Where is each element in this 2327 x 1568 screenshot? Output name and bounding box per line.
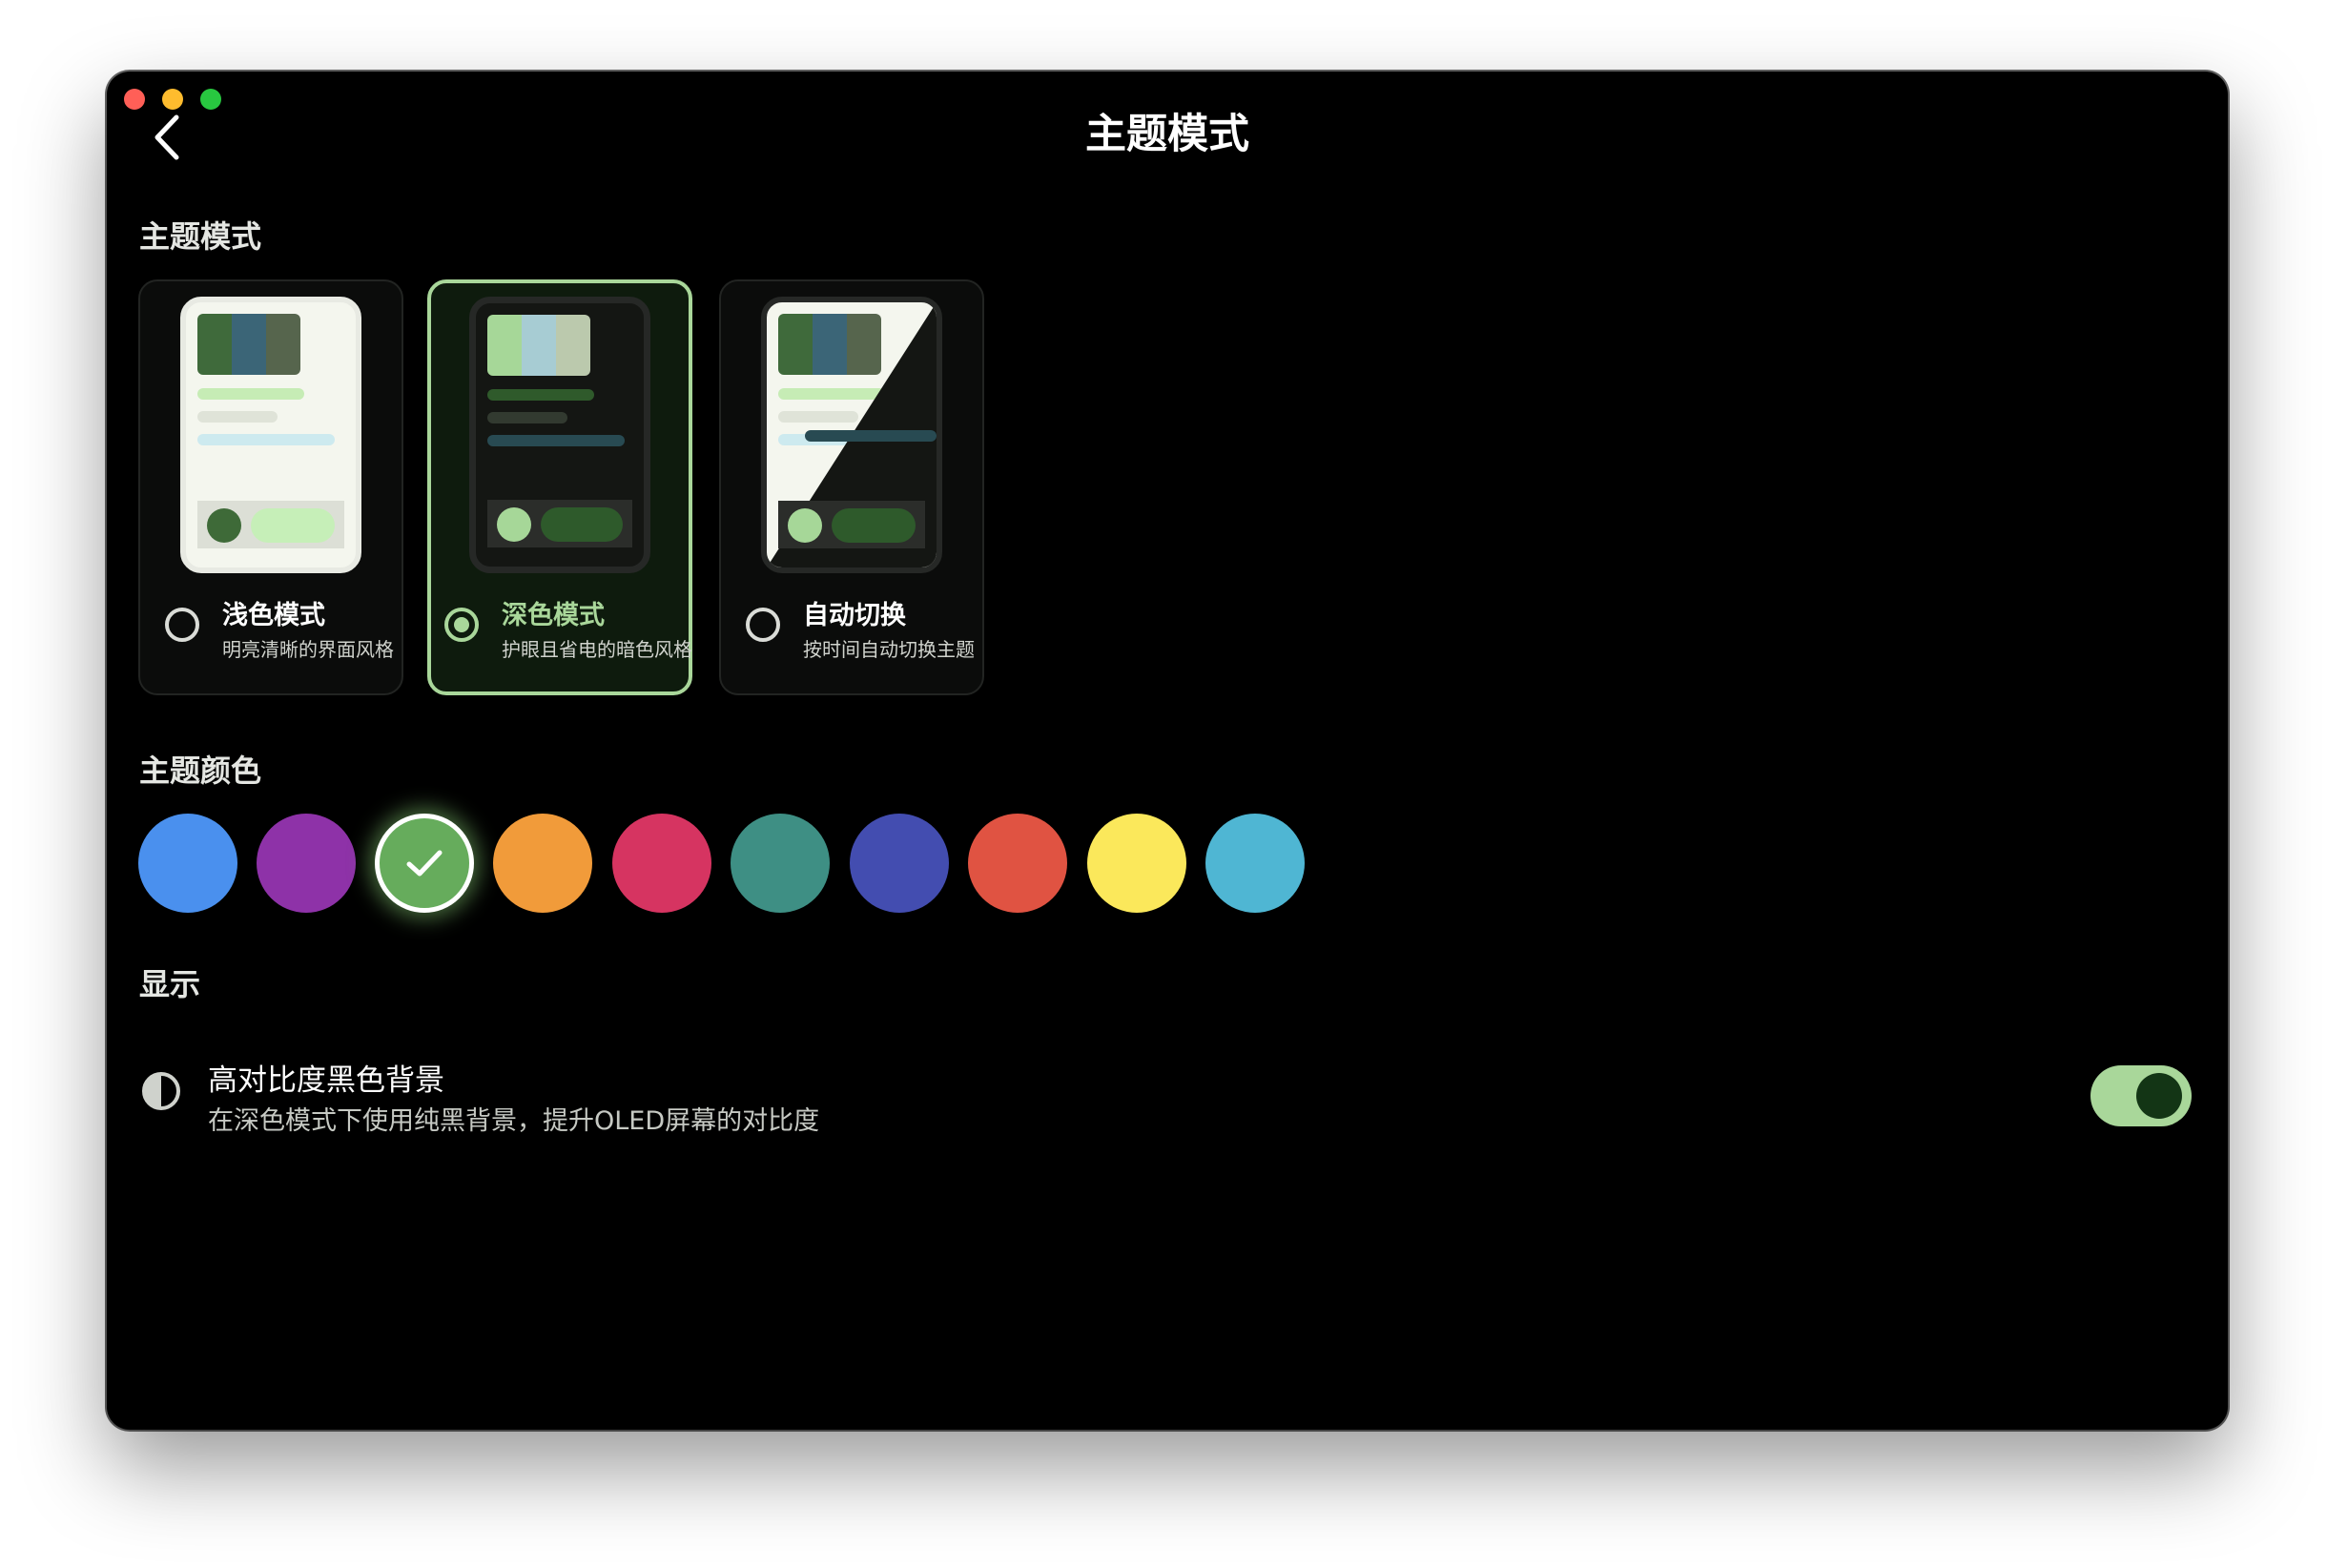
auto-mode-description: 按时间自动切换主题 — [803, 638, 975, 661]
toggle-knob — [2136, 1073, 2182, 1119]
dark-mode-card[interactable]: 深色模式 护眼且省电的暗色风格 — [427, 279, 692, 695]
check-icon — [406, 850, 443, 877]
light-mode-card[interactable]: 浅色模式 明亮清晰的界面风格 — [138, 279, 403, 695]
color-swatch-teal[interactable] — [731, 814, 830, 913]
color-swatch-orange[interactable] — [493, 814, 592, 913]
auto-mode-name: 自动切换 — [803, 601, 906, 630]
color-swatch-red[interactable] — [968, 814, 1067, 913]
high-contrast-toggle[interactable] — [2090, 1065, 2192, 1126]
high-contrast-title: 高对比度黑色背景 — [208, 1063, 444, 1098]
theme-color-section-title: 主题颜色 — [139, 753, 262, 789]
dark-mode-radio[interactable] — [444, 608, 479, 642]
auto-mode-radio[interactable] — [746, 608, 780, 642]
color-swatch-green[interactable] — [375, 814, 474, 913]
color-swatch-blue[interactable] — [138, 814, 237, 913]
theme-mode-section-title: 主题模式 — [139, 218, 262, 255]
page-title: 主题模式 — [1085, 111, 1249, 158]
color-swatch-indigo[interactable] — [850, 814, 949, 913]
auto-mode-card[interactable]: 自动切换 按时间自动切换主题 — [719, 279, 984, 695]
light-mode-radio[interactable] — [165, 608, 199, 642]
color-swatch-purple[interactable] — [257, 814, 356, 913]
color-swatch-pink[interactable] — [612, 814, 711, 913]
high-contrast-description: 在深色模式下使用纯黑背景，提升OLED屏幕的对比度 — [208, 1106, 820, 1136]
auto-split-overlay — [767, 302, 937, 567]
light-mode-description: 明亮清晰的界面风格 — [222, 638, 394, 661]
dark-mode-preview — [469, 297, 650, 573]
color-swatch-yellow[interactable] — [1087, 814, 1186, 913]
display-section-title: 显示 — [139, 966, 201, 1002]
dark-mode-description: 护眼且省电的暗色风格 — [502, 638, 692, 661]
dark-mode-name: 深色模式 — [502, 601, 605, 630]
color-swatch-cyan[interactable] — [1205, 814, 1305, 913]
auto-mode-preview — [761, 297, 942, 573]
settings-window: 主题模式 主题模式 浅色模式 明亮清晰的界面风格 深色模式 护眼且省电的暗色风格… — [107, 72, 2228, 1430]
light-mode-preview — [180, 297, 361, 573]
contrast-icon — [142, 1072, 180, 1110]
light-mode-name: 浅色模式 — [222, 601, 325, 630]
